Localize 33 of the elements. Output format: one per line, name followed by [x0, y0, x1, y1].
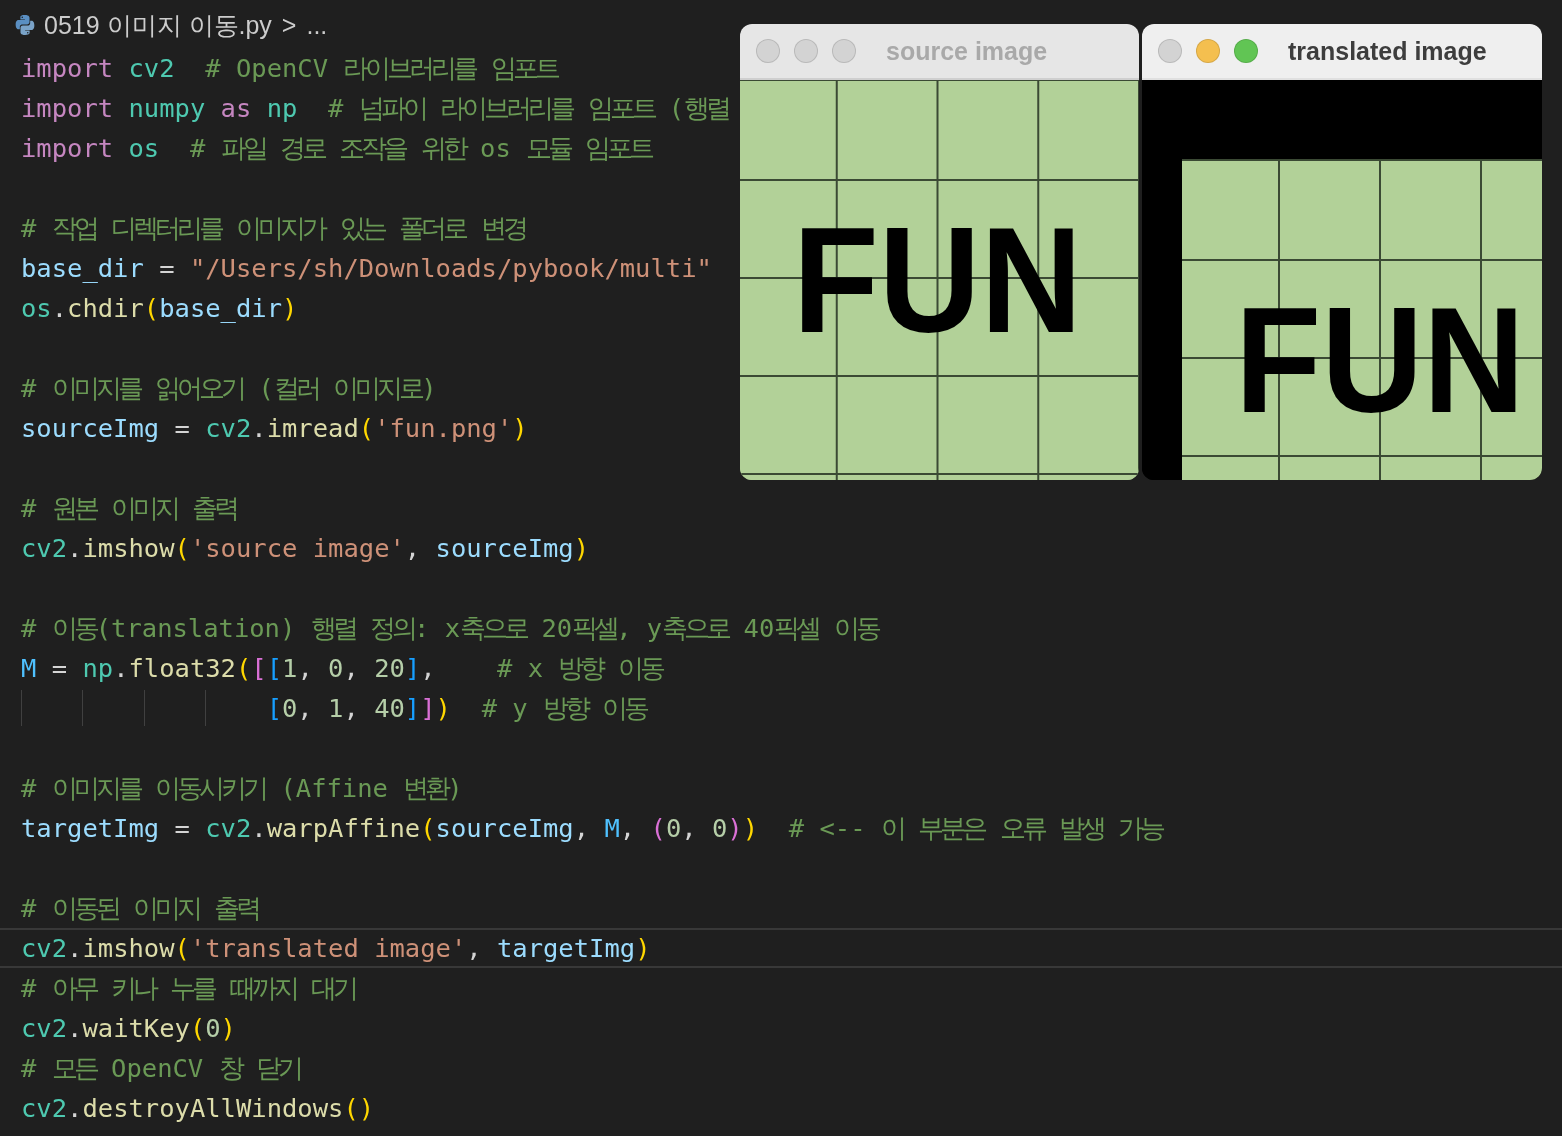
code-line: cv2.imshow('translated image', targetImg)	[21, 933, 651, 963]
code-line: sourceImg = cv2.imread('fun.png')	[21, 413, 528, 443]
code-line: cv2.imshow('source image', sourceImg)	[21, 533, 590, 563]
code-line: # 이미지를 읽어오기 (컬러 이미지로)	[21, 373, 437, 403]
code-line: import numpy as np # 넘파이 라이브러리를 임포트 (행렬	[21, 93, 729, 123]
window-title: translated image	[1288, 36, 1487, 66]
breadcrumb-separator: >	[281, 10, 297, 40]
code-line: cv2.waitKey(0)	[21, 1013, 236, 1043]
code-line: targetImg = cv2.warpAffine(sourceImg, M, (0, 0)) # <-- 이 부분은 오류 발생 가능	[21, 813, 1163, 843]
code-line: # 원본 이미지 출력	[21, 493, 237, 523]
code-line: cv2.destroyAllWindows()	[21, 1093, 375, 1123]
minimize-button[interactable]	[1196, 39, 1220, 63]
code-line: os.chdir(base_dir)	[21, 293, 298, 323]
code-line: import cv2 # OpenCV 라이브러리를 임포트	[21, 53, 557, 83]
close-button[interactable]	[756, 39, 780, 63]
code-line: import os # 파일 경로 조작을 위한 os 모듈 임포트	[21, 133, 652, 163]
code-line: [0, 1, 40]]) # y 방향 이동	[265, 693, 647, 723]
breadcrumb-file[interactable]: 0519 이미지 이동.py	[44, 8, 272, 42]
code-line: # 이동된 이미지 출력	[21, 893, 259, 923]
zoom-button[interactable]	[1234, 39, 1258, 63]
code-line: M = np.float32([[1, 0, 20], # x 방향 이동	[21, 653, 662, 683]
code-line: # 아무 키나 누를 때까지 대기	[21, 973, 356, 1003]
close-button[interactable]	[1158, 39, 1182, 63]
window-title: source image	[886, 36, 1048, 66]
code-line: base_dir = "/Users/sh/Downloads/pybook/multi"	[21, 253, 712, 283]
python-file-icon	[14, 14, 36, 36]
breadcrumb-more[interactable]: ...	[306, 10, 328, 40]
zoom-button[interactable]	[832, 39, 856, 63]
minimize-button[interactable]	[794, 39, 818, 63]
code-line: # 이동(translation) 행렬 정의: x축으로 20픽셀, y축으로 40픽셀 이동	[21, 613, 878, 643]
code-line: # 모든 OpenCV 창 닫기	[21, 1053, 300, 1083]
code-line: # 작업 디렉터리를 이미지가 있는 폴더로 변경	[21, 213, 525, 243]
code-line: # 이미지를 이동시키기 (Affine 변환)	[21, 773, 463, 803]
